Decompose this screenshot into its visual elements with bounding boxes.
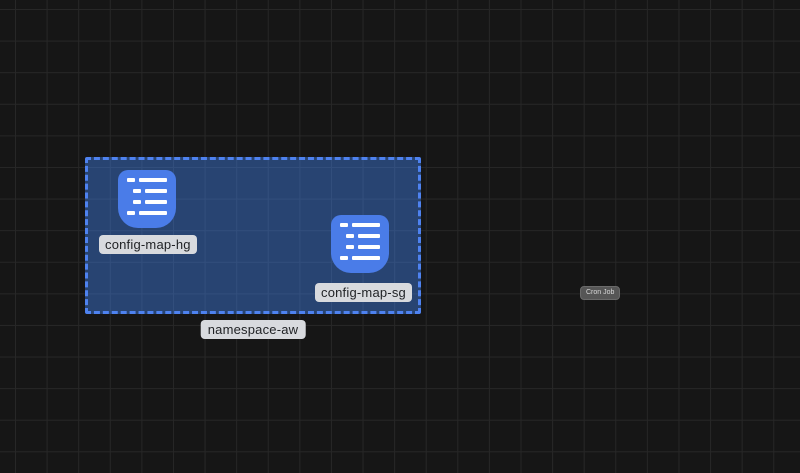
namespace-label: namespace-aw — [201, 320, 306, 339]
namespace-group-box[interactable]: config-map-hg config-map-sg — [85, 157, 421, 314]
icon-line — [352, 223, 380, 227]
icon-line — [139, 178, 167, 182]
node-label: config-map-sg — [315, 283, 412, 302]
icon-line — [352, 256, 380, 260]
config-map-icon — [331, 215, 389, 273]
icon-line — [340, 256, 348, 260]
icon-line — [127, 178, 135, 182]
icon-line — [145, 200, 167, 204]
icon-line — [133, 189, 141, 193]
icon-line — [139, 211, 167, 215]
node-label: config-map-hg — [99, 235, 197, 254]
cron-job-chip[interactable]: Cron Job — [580, 286, 620, 300]
diagram-canvas[interactable]: config-map-hg config-map-sg namespace-aw… — [0, 0, 800, 473]
icon-line — [127, 211, 135, 215]
icon-line — [340, 223, 348, 227]
icon-line — [346, 245, 354, 249]
icon-line — [133, 200, 141, 204]
icon-line — [145, 189, 167, 193]
icon-line — [358, 234, 380, 238]
icon-line — [358, 245, 380, 249]
config-map-icon — [118, 170, 176, 228]
icon-line — [346, 234, 354, 238]
